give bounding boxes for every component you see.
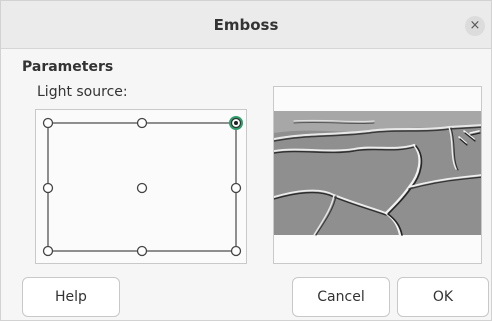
emboss-dialog: Emboss × Parameters Light source: Help C… [0, 0, 492, 321]
ok-button[interactable]: OK [397, 277, 489, 317]
cancel-button[interactable]: Cancel [292, 277, 390, 317]
parameters-heading: Parameters [22, 59, 114, 75]
light-source-grid [42, 116, 243, 257]
light-point-top-right-selected[interactable] [229, 116, 243, 130]
light-point-bottom-right[interactable] [230, 245, 242, 257]
light-point-top-left[interactable] [42, 117, 54, 129]
light-source-label: Light source: [37, 84, 128, 100]
light-point-bottom-center[interactable] [136, 245, 148, 257]
emboss-preview-image [274, 87, 481, 263]
light-point-top-center[interactable] [136, 117, 148, 129]
light-point-center[interactable] [136, 182, 148, 194]
title-bar: Emboss × [1, 1, 491, 49]
light-point-middle-right[interactable] [230, 182, 242, 194]
help-button[interactable]: Help [22, 277, 120, 317]
close-icon: × [469, 18, 481, 33]
light-point-bottom-left[interactable] [42, 245, 54, 257]
light-point-middle-left[interactable] [42, 182, 54, 194]
close-button[interactable]: × [465, 16, 485, 36]
emboss-preview [273, 86, 482, 264]
dialog-title: Emboss [213, 16, 279, 34]
light-source-selector[interactable] [35, 109, 247, 264]
